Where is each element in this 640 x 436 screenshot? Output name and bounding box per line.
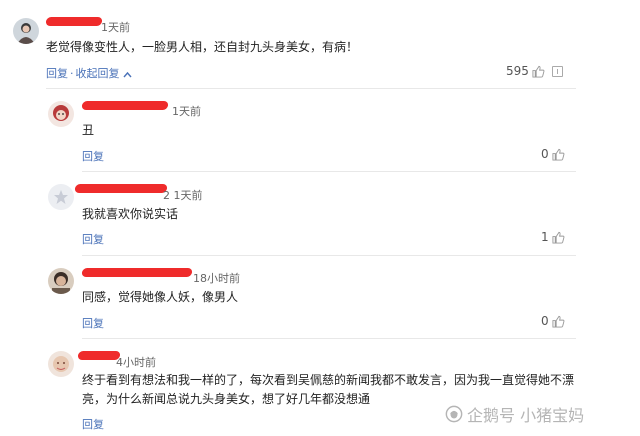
like-count: 0: [541, 147, 549, 161]
username-redacted[interactable]: [74, 184, 168, 193]
watermark: 企鹅号 小猪宝妈: [445, 402, 584, 426]
comment-time: 4小时前: [116, 356, 156, 369]
username-redacted[interactable]: [81, 101, 169, 110]
divider: [46, 88, 576, 89]
report-icon[interactable]: [552, 66, 563, 77]
reply-button[interactable]: 回复: [82, 150, 104, 163]
divider: [82, 338, 576, 339]
thumbs-up-icon: [552, 231, 565, 244]
separator: ·: [70, 67, 74, 80]
like-count: 0: [541, 314, 549, 328]
thumbs-up-icon: [552, 315, 565, 328]
avatar[interactable]: [48, 351, 74, 377]
avatar[interactable]: [13, 18, 39, 44]
comment-text: 老觉得像变性人，一脸男人相，还自封九头身美女，有病！: [46, 40, 359, 54]
comment-actions: 回复: [82, 148, 104, 164]
like-button[interactable]: 1: [541, 230, 565, 244]
like-count: 1: [541, 230, 549, 244]
like-button[interactable]: 0: [541, 147, 565, 161]
watermark-text: 企鹅号 小猪宝妈: [467, 406, 585, 425]
comment-time: 18小时前: [193, 272, 240, 285]
username-redacted[interactable]: [77, 351, 121, 360]
divider: [82, 171, 576, 172]
avatar[interactable]: [48, 268, 74, 294]
comment-text-line1: 终于看到有想法和我一样的了，每次看到吴佩慈的新闻我都不敢发言，因为我一直觉得她不…: [82, 373, 575, 387]
comment-text: 我就喜欢你说实话: [82, 207, 179, 221]
chevron-up-icon[interactable]: [123, 71, 132, 78]
avatar[interactable]: [48, 184, 74, 210]
like-button[interactable]: 0: [541, 314, 565, 328]
avatar[interactable]: [48, 101, 74, 127]
thumbs-up-icon: [552, 148, 565, 161]
reply-button[interactable]: 回复: [46, 67, 68, 80]
comment-actions: 回复: [82, 315, 104, 331]
like-count: 595: [506, 64, 529, 78]
reply-button[interactable]: 回复: [82, 317, 104, 330]
comment-time: 1天前: [172, 105, 201, 118]
reply-button[interactable]: 回复: [82, 418, 104, 431]
comment-text: 同感，觉得她像人妖，像男人: [82, 290, 239, 304]
comment-actions: 回复 · 收起回复: [46, 65, 132, 81]
username-redacted[interactable]: [45, 17, 103, 26]
thumbs-up-icon: [532, 65, 545, 78]
collapse-replies-button[interactable]: 收起回复: [76, 67, 120, 80]
comment-text-line2: 亮，为什么新闻总说九头身美女，想了好几年都没想通: [82, 392, 371, 406]
comment-actions: 回复: [82, 231, 104, 247]
comment-text: 丑: [82, 123, 95, 137]
comment-time: 1天前: [101, 21, 130, 34]
comment-actions: 回复: [82, 416, 104, 432]
divider: [82, 255, 576, 256]
like-button[interactable]: 595: [506, 64, 545, 78]
username-redacted[interactable]: [81, 268, 193, 277]
penguin-logo-icon: [445, 405, 463, 423]
reply-button[interactable]: 回复: [82, 233, 104, 246]
comment-time: 2 1天前: [163, 189, 203, 202]
